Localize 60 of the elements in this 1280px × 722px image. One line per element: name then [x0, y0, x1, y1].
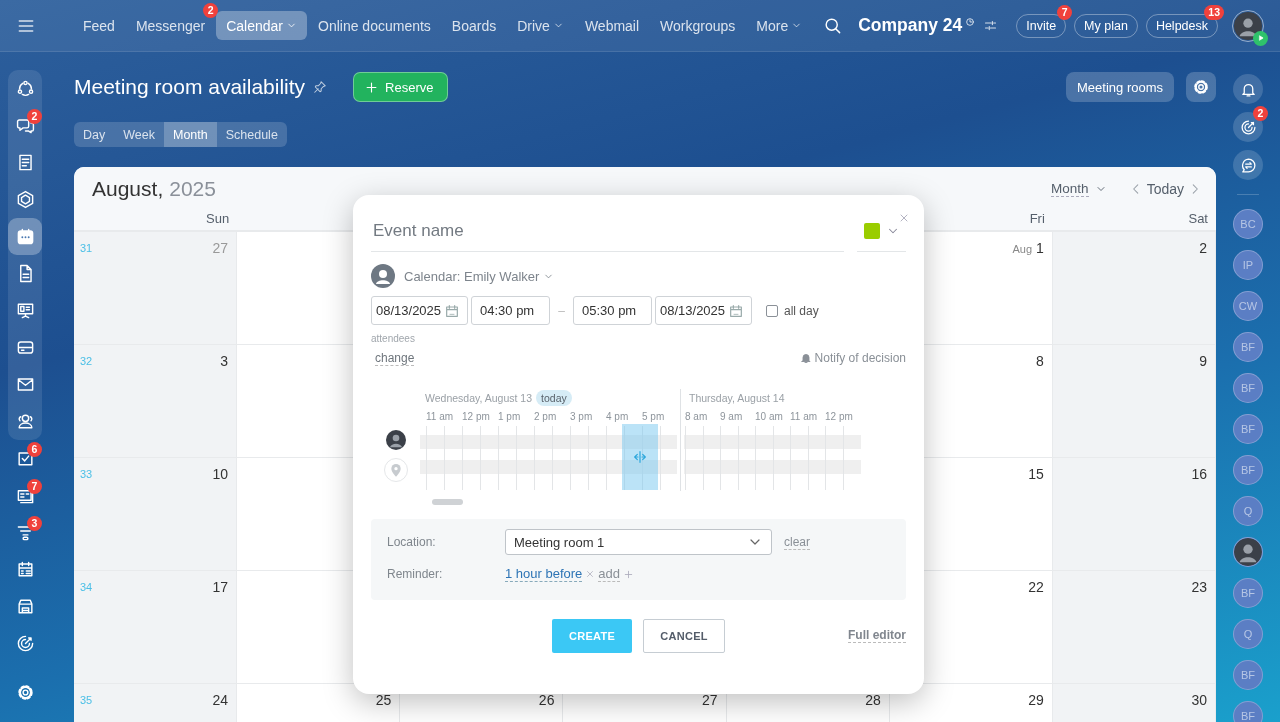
day-number: 27 — [702, 692, 718, 708]
weekday-label: Fri — [1029, 211, 1045, 226]
day-number: 8 — [1036, 353, 1044, 369]
weekday-label: Sun — [206, 211, 230, 226]
count-badge: 7 — [1057, 4, 1073, 20]
hour-label: 11 am — [790, 411, 818, 422]
day-number: 16 — [1191, 466, 1207, 482]
year-label: 2025 — [169, 177, 216, 201]
field-label: Reminder: — [387, 567, 444, 581]
hour-label: 8 am — [685, 411, 708, 422]
week-number: 34 — [80, 581, 93, 593]
week-number: 33 — [80, 468, 93, 480]
attendees-label: attendees — [371, 333, 416, 344]
count-badge: 6 — [27, 442, 42, 457]
week-number: 35 — [80, 694, 93, 706]
day-number: 22 — [1028, 579, 1044, 595]
day-number: 29 — [1028, 692, 1044, 708]
field-label: Location: — [387, 535, 437, 549]
count-badge: 3 — [27, 516, 42, 531]
count-badge: 2 — [27, 109, 42, 124]
day-number: 23 — [1191, 579, 1207, 595]
day-number: 25 — [375, 692, 392, 708]
page-title: Meeting room availability — [74, 75, 306, 99]
hour-label: 10 am — [755, 411, 783, 422]
day-number: 30 — [1191, 692, 1207, 708]
month-label: Aug — [1012, 243, 1033, 255]
month-title: August, — [92, 177, 164, 201]
day-number: 17 — [212, 579, 229, 595]
week-number: 31 — [80, 242, 93, 254]
day-number: 3 — [220, 353, 229, 369]
checkbox-label: all day — [784, 303, 819, 318]
hour-label: 12 pm — [462, 411, 490, 422]
count-badge: 2 — [1253, 106, 1268, 121]
today-tag: today — [536, 390, 572, 406]
date-label: Wednesday, August 13 — [425, 392, 533, 404]
hour-label: 1 pm — [498, 411, 521, 422]
day-number: 10 — [212, 466, 229, 482]
company-name: Company 24 — [858, 15, 963, 36]
day-number: 27 — [212, 240, 229, 256]
count-badge: 2 — [203, 3, 219, 18]
weekday-label: Sat — [1188, 211, 1208, 226]
hour-label: 9 am — [720, 411, 743, 422]
day-number: 1 — [1036, 240, 1044, 256]
date-label: Thursday, August 14 — [689, 392, 785, 404]
day-number: 28 — [865, 692, 881, 708]
hour-label: 5 pm — [642, 411, 665, 422]
dash-separator: – — [557, 303, 566, 318]
day-number: 9 — [1199, 353, 1207, 369]
hour-label: 11 am — [426, 411, 454, 422]
hour-label: 2 pm — [534, 411, 557, 422]
day-number: 24 — [212, 692, 229, 708]
day-number: 15 — [1028, 466, 1044, 482]
hour-label: 12 pm — [825, 411, 853, 422]
day-number: 26 — [538, 692, 555, 708]
hour-label: 4 pm — [606, 411, 629, 422]
hour-label: 3 pm — [570, 411, 593, 422]
week-number: 32 — [80, 355, 93, 367]
day-number: 2 — [1199, 240, 1207, 256]
count-badge: 7 — [27, 479, 42, 494]
count-badge: 13 — [1204, 4, 1224, 20]
